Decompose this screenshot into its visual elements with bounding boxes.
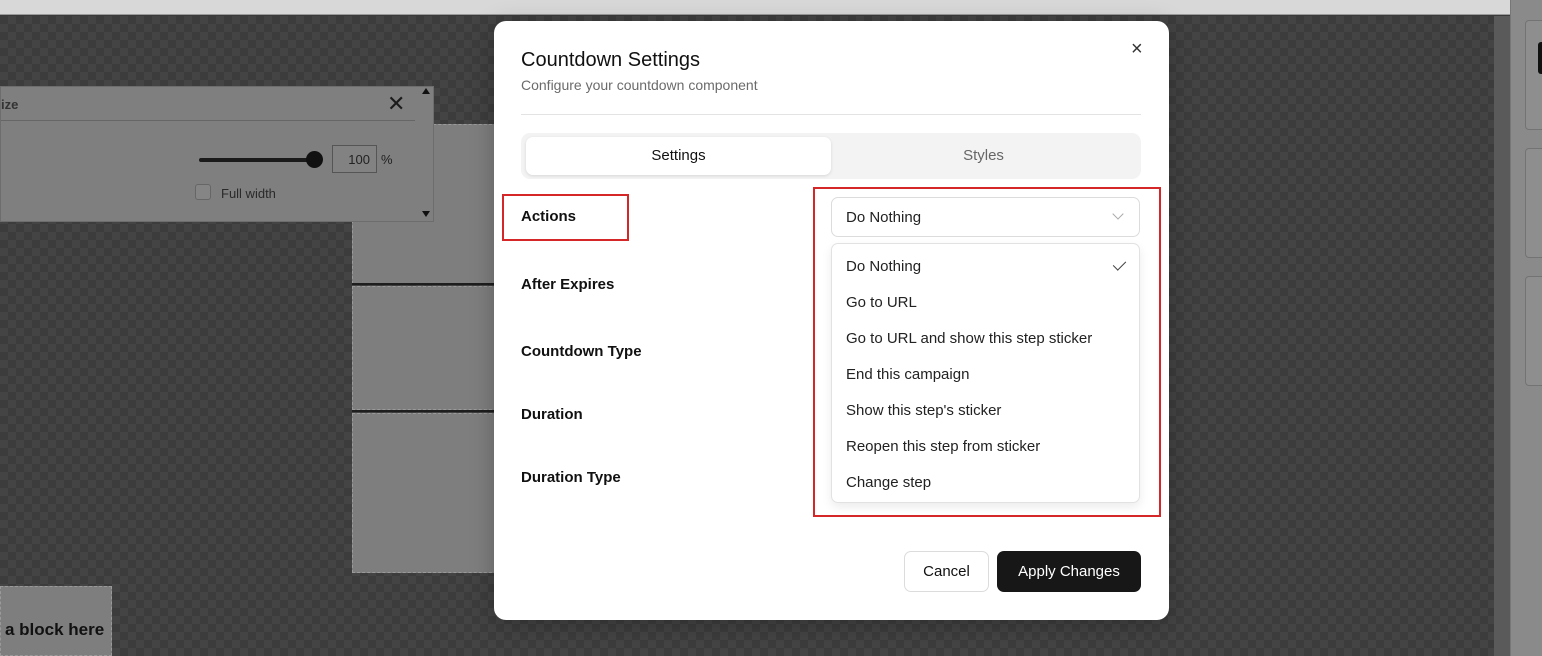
countdown-type-label: Countdown Type: [521, 343, 642, 360]
modal-divider: [521, 114, 1141, 115]
option-label: Go to URL and show this step sticker: [846, 330, 1093, 347]
top-toolbar: [0, 0, 1510, 15]
dropdown-option-reopen-from-sticker[interactable]: Reopen this step from sticker: [832, 429, 1139, 465]
size-panel-divider: [1, 120, 415, 121]
option-label: End this campaign: [846, 366, 970, 383]
size-panel-title: ize: [1, 97, 19, 112]
drop-zone[interactable]: a block here: [0, 586, 112, 656]
block-divider: [352, 283, 497, 285]
after-expires-label: After Expires: [521, 276, 615, 293]
chevron-down-icon: [1112, 208, 1124, 220]
width-slider-handle[interactable]: [306, 151, 323, 168]
full-width-checkbox[interactable]: [195, 184, 211, 200]
size-panel: ize ✕ 100 % Full width: [0, 86, 434, 222]
scroll-up-arrow-icon[interactable]: [422, 88, 430, 94]
tab-settings[interactable]: Settings: [526, 137, 831, 175]
countdown-settings-modal: × Countdown Settings Configure your coun…: [494, 21, 1169, 620]
right-side-panel: [1510, 0, 1542, 656]
option-label: Change step: [846, 474, 932, 491]
close-icon[interactable]: ×: [1131, 38, 1143, 60]
scroll-down-arrow-icon[interactable]: [422, 211, 430, 217]
option-label: Do Nothing: [846, 258, 922, 275]
option-label: Go to URL: [846, 294, 917, 311]
modal-subtitle: Configure your countdown component: [521, 77, 758, 93]
option-label: Show this step's sticker: [846, 402, 1002, 419]
check-icon: [1112, 257, 1127, 271]
right-panel-card[interactable]: [1525, 148, 1542, 258]
full-width-label: Full width: [221, 186, 276, 201]
unit-label: %: [381, 152, 393, 167]
apply-changes-button[interactable]: Apply Changes: [997, 551, 1141, 592]
dropdown-option-show-sticker[interactable]: Show this step's sticker: [832, 393, 1139, 429]
tab-styles[interactable]: Styles: [831, 137, 1136, 175]
dropdown-option-change-step[interactable]: Change step: [832, 465, 1139, 501]
option-label: Reopen this step from sticker: [846, 438, 1041, 455]
right-panel-card[interactable]: [1525, 20, 1542, 130]
tab-list: Settings Styles: [521, 133, 1141, 179]
duration-type-label: Duration Type: [521, 469, 621, 486]
block-divider: [352, 410, 497, 412]
actions-dropdown-menu: Do Nothing Go to URL Go to URL and show …: [831, 243, 1140, 503]
width-slider[interactable]: [199, 158, 315, 162]
canvas-block[interactable]: [352, 286, 497, 410]
canvas-scrollbar[interactable]: [1494, 16, 1510, 656]
actions-label: Actions: [521, 208, 577, 225]
actions-select-value: Do Nothing: [846, 209, 922, 226]
modal-title: Countdown Settings: [521, 49, 701, 71]
dropdown-option-go-to-url-and-show-sticker[interactable]: Go to URL and show this step sticker: [832, 321, 1139, 357]
canvas-block[interactable]: [352, 413, 497, 573]
right-panel-marker: [1538, 42, 1542, 74]
cancel-button[interactable]: Cancel: [904, 551, 989, 592]
dropdown-option-end-campaign[interactable]: End this campaign: [832, 357, 1139, 393]
drop-zone-label: a block here: [5, 620, 105, 639]
right-panel-card[interactable]: [1525, 276, 1542, 386]
dropdown-option-do-nothing[interactable]: Do Nothing: [832, 249, 1139, 285]
actions-select[interactable]: Do Nothing: [831, 197, 1140, 237]
width-input[interactable]: 100: [332, 145, 377, 173]
duration-label: Duration: [521, 406, 583, 423]
dropdown-option-go-to-url[interactable]: Go to URL: [832, 285, 1139, 321]
close-icon[interactable]: ✕: [387, 92, 405, 116]
